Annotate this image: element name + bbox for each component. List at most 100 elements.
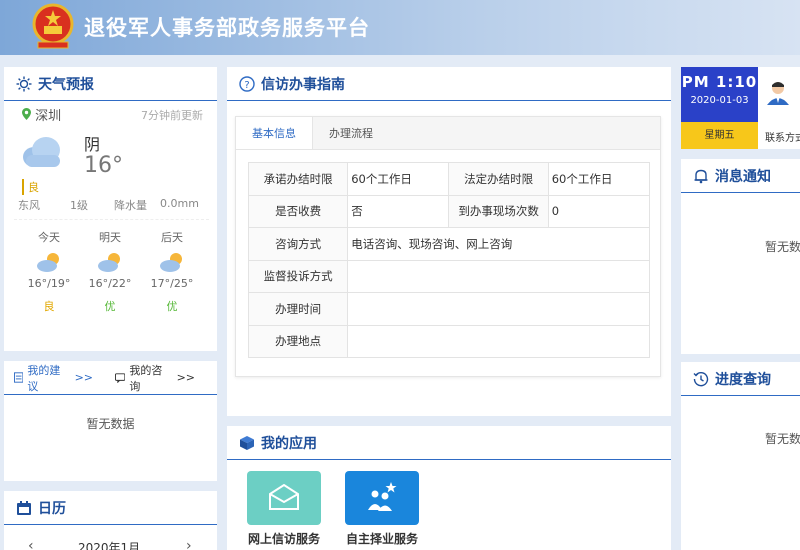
clock-time: PM 1:10 [681, 73, 758, 91]
guide-tabs: 基本信息 办理流程 [236, 117, 660, 150]
forecast-temp: 16°/22° [88, 277, 132, 290]
forecast-temp: 17°/25° [150, 277, 194, 290]
envelope-icon [269, 484, 299, 510]
precip-label: 降水量 [114, 199, 147, 212]
weather-panel: 天气预报 深圳 7分钟前更新 阴 16° 良 东风 1级 降水量 0.0mm 今… [4, 67, 217, 351]
air-quality: 良 [22, 179, 39, 195]
bell-icon [694, 169, 708, 183]
apps-header: 我的应用 [227, 426, 671, 460]
table-value [347, 292, 650, 326]
partly-cloudy-icon [98, 253, 120, 272]
app-label: 自主择业服务 [345, 532, 418, 546]
cloud-icon [23, 137, 60, 167]
tab-my-consultations[interactable]: 我的咨询 >> [115, 362, 195, 394]
people-star-icon [368, 482, 397, 511]
forecast-aq: 优 [104, 300, 116, 313]
apps-panel: 我的应用 网上信访服务 自主择业服务 [227, 426, 671, 550]
table-row: 咨询方式 电话咨询、现场咨询、网上咨询 [247, 227, 650, 261]
prev-month-button[interactable]: ‹ [28, 538, 34, 550]
calendar-icon [17, 500, 31, 515]
weather-divider [14, 219, 209, 220]
more-arrow: >> [74, 371, 94, 384]
table-value [347, 324, 650, 358]
forecast-tomorrow: 明天 16°/22° 优 [80, 229, 140, 314]
app-petition-service[interactable]: 网上信访服务 [239, 471, 329, 547]
forecast-day: 今天 [38, 231, 60, 244]
guide-panel: ? 信访办事指南 基本信息 办理流程 承诺办结时限 60个工作日 法定办结时限 … [227, 67, 671, 416]
history-clock-icon [693, 371, 709, 386]
app-label: 网上信访服务 [247, 532, 320, 546]
tab-basic-info[interactable]: 基本信息 [236, 117, 313, 149]
clock-panel: PM 1:10 2020-01-03 星期五 联系方式 [681, 67, 800, 149]
guide-table: 承诺办结时限 60个工作日 法定办结时限 60个工作日 是否收费 否 到办事现场… [247, 162, 651, 358]
apps-title: 我的应用 [261, 435, 317, 452]
table-value: 60个工作日 [547, 162, 651, 196]
table-value [347, 259, 650, 293]
guide-card: 基本信息 办理流程 承诺办结时限 60个工作日 法定办结时限 60个工作日 是否… [235, 116, 661, 377]
forecast-temp: 16°/19° [27, 277, 71, 290]
svg-text:?: ? [244, 80, 249, 91]
header-bar: 退役军人事务部政务服务平台 [0, 0, 800, 55]
table-value: 否 [347, 194, 450, 228]
table-row: 承诺办结时限 60个工作日 法定办结时限 60个工作日 [247, 162, 651, 196]
table-key: 咨询方式 [247, 227, 349, 261]
precip-value: 0.0mm [160, 197, 199, 210]
table-key: 法定办结时限 [448, 162, 549, 196]
calendar-title: 日历 [38, 500, 66, 517]
table-row: 办理时间 [247, 292, 650, 326]
progress-header: 进度查询 [681, 362, 800, 396]
national-emblem-icon [32, 3, 74, 49]
feedback-tabs: 我的建议 >> 我的咨询 >> [4, 361, 217, 395]
app-tile[interactable] [345, 471, 419, 525]
table-key: 办理时间 [247, 292, 349, 326]
table-key: 是否收费 [247, 194, 349, 228]
table-key: 承诺办结时限 [247, 162, 349, 196]
forecast-today: 今天 16°/19° 良 [19, 229, 79, 314]
weather-updated: 7分钟前更新 [141, 109, 203, 122]
sun-icon [16, 76, 32, 91]
cube-icon [240, 435, 254, 450]
notice-panel: 消息通知 暂无数 [681, 159, 800, 354]
calendar-panel: 日历 ‹ 2020年1月 › [4, 491, 217, 550]
location-label: 深圳 [35, 109, 62, 124]
calendar-month: 2020年1月 [78, 541, 141, 550]
weather-temp: 16° [84, 153, 123, 178]
page-title: 退役军人事务部政务服务平台 [84, 16, 370, 40]
weather-header: 天气预报 [4, 67, 217, 101]
contact-info[interactable]: 联系方式 [765, 129, 800, 144]
progress-title: 进度查询 [715, 371, 771, 388]
notice-empty: 暂无数 [765, 240, 800, 254]
table-key: 监督投诉方式 [247, 259, 349, 293]
clock-box: PM 1:10 2020-01-03 [681, 67, 758, 122]
forecast-aq: 优 [166, 300, 178, 313]
next-month-button[interactable]: › [186, 538, 192, 550]
tab-label: 我的建议 [27, 363, 61, 393]
forecast-aq: 良 [43, 300, 55, 313]
progress-panel: 进度查询 暂无数 [681, 362, 800, 550]
question-icon: ? [239, 75, 255, 92]
notice-header: 消息通知 [681, 159, 800, 193]
app-employment-service[interactable]: 自主择业服务 [337, 471, 427, 547]
progress-empty: 暂无数 [765, 432, 800, 446]
wind-level: 1级 [70, 199, 88, 212]
weather-location[interactable]: 深圳 [22, 105, 61, 124]
weather-condition: 阴 [84, 135, 101, 154]
tab-process[interactable]: 办理流程 [313, 117, 389, 149]
calendar-header: 日历 [4, 491, 217, 525]
clock-date: 2020-01-03 [690, 95, 749, 106]
forecast-day: 明天 [99, 231, 121, 244]
document-icon [14, 372, 24, 383]
guide-header: ? 信访办事指南 [227, 67, 671, 101]
tab-my-suggestions[interactable]: 我的建议 >> [14, 362, 93, 394]
table-value: 电话咨询、现场咨询、网上咨询 [347, 227, 650, 261]
partly-cloudy-icon [160, 253, 182, 272]
table-value: 60个工作日 [347, 162, 450, 196]
more-arrow: >> [176, 371, 195, 384]
notice-title: 消息通知 [715, 168, 771, 185]
app-tile[interactable] [247, 471, 321, 525]
table-row: 办理地点 [247, 324, 650, 358]
weather-title: 天气预报 [38, 76, 94, 93]
user-avatar-icon[interactable] [765, 79, 791, 105]
guide-title: 信访办事指南 [261, 76, 345, 93]
forecast-day-after: 后天 17°/25° 优 [142, 229, 202, 314]
